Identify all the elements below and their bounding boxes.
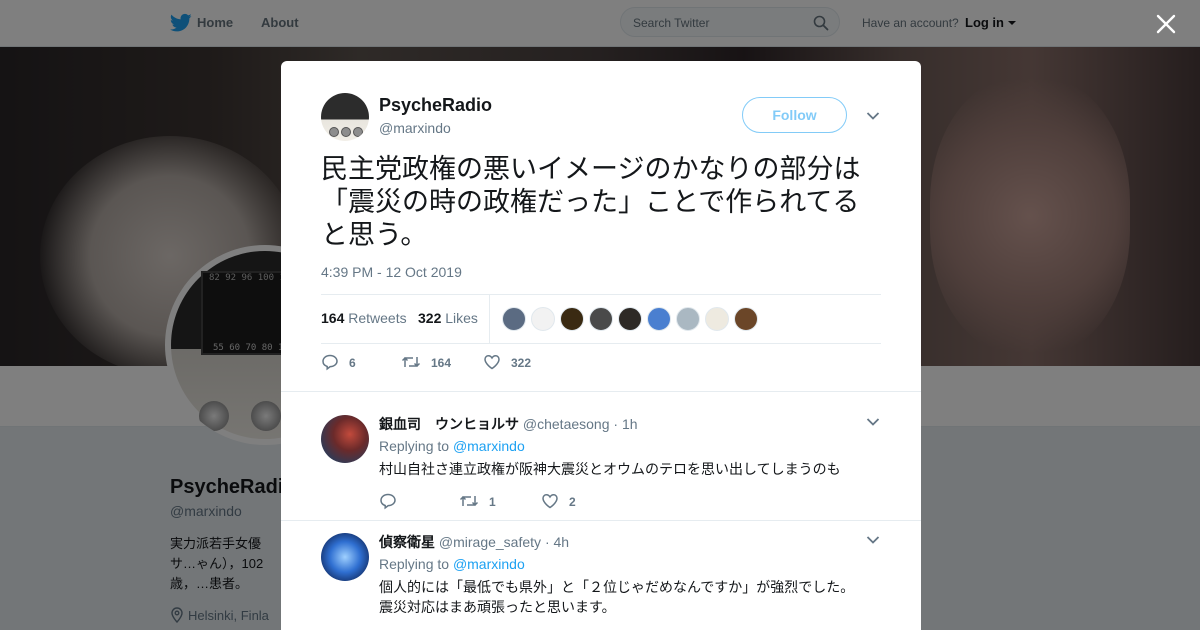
reply-count: 6 [349, 356, 356, 370]
close-icon[interactable] [1155, 13, 1177, 35]
reply-dot-separator: · [544, 534, 550, 550]
reply-header: 偵察衛星 @mirage_safety · 4h [379, 532, 569, 552]
reply-time[interactable]: 4h [554, 534, 570, 550]
liker-avatar[interactable] [502, 307, 526, 331]
radio-knob [329, 127, 339, 137]
liker-avatar[interactable] [676, 307, 700, 331]
replying-to: Replying to @marxindo [379, 438, 525, 454]
reply-author-handle[interactable]: @mirage_safety [439, 534, 541, 550]
replying-to-link[interactable]: @marxindo [453, 556, 525, 572]
tweet-text: 民主党政権の悪いイメージのかなりの部分は「震災の時の政権だった」ことで作られてる… [321, 154, 861, 251]
follow-button[interactable]: Follow [742, 97, 847, 133]
reply-icon [380, 493, 396, 510]
liker-avatar[interactable] [531, 307, 555, 331]
liker-avatar[interactable] [618, 307, 642, 331]
radio-knob [353, 127, 363, 137]
reply-time[interactable]: 1h [622, 416, 638, 432]
reply-avatar[interactable] [321, 533, 369, 581]
author-handle[interactable]: @marxindo [379, 120, 451, 136]
likes-count: 322 [418, 310, 442, 326]
author-avatar[interactable] [321, 93, 369, 141]
like-count: 322 [511, 356, 532, 370]
like-action[interactable]: 2 [541, 492, 576, 510]
retweets-label: Retweets [348, 310, 407, 326]
reply-action[interactable]: 6 [321, 353, 356, 371]
reply-actions: 1 2 [379, 492, 679, 510]
likes-stat[interactable]: 322 Likes [418, 310, 478, 326]
section-divider [281, 520, 921, 521]
section-divider [281, 391, 921, 392]
reply-header: 銀血司 ウンヒョルサ @chetaesong · 1h [379, 414, 638, 434]
reply-text: 村山自社さ連立政権が阪神大震災とオウムのテロを思い出してしまうのも [379, 462, 841, 478]
retweet-count: 1 [489, 495, 496, 509]
replying-to: Replying to @marxindo [379, 556, 525, 572]
retweets-count: 164 [321, 310, 345, 326]
replying-to-link[interactable]: @marxindo [453, 438, 525, 454]
chevron-down-icon[interactable] [866, 111, 880, 121]
liker-avatar[interactable] [589, 307, 613, 331]
heart-icon [542, 494, 558, 509]
radio-knob [341, 127, 351, 137]
reply-author-handle[interactable]: @chetaesong [523, 416, 610, 432]
tweet-timestamp[interactable]: 4:39 PM - 12 Oct 2019 [321, 264, 462, 280]
retweet-icon [401, 356, 421, 368]
replying-to-label: Replying to [379, 556, 450, 572]
tweet-modal: PsycheRadio @marxindo Follow 民主党政権の悪いイメー… [281, 61, 921, 630]
reply-avatar[interactable] [321, 415, 369, 463]
stats-divider [489, 295, 490, 343]
chevron-down-icon[interactable] [866, 417, 880, 427]
author-name[interactable]: PsycheRadio [379, 95, 492, 116]
liker-avatar[interactable] [705, 307, 729, 331]
like-count: 2 [569, 495, 576, 509]
heart-icon [484, 355, 500, 370]
retweet-count: 164 [431, 356, 452, 370]
replying-to-label: Replying to [379, 438, 450, 454]
reply-icon [322, 354, 338, 371]
retweets-stat[interactable]: 164 Retweets [321, 310, 407, 326]
liker-avatar[interactable] [734, 307, 758, 331]
likes-label: Likes [445, 310, 478, 326]
reply-author-name[interactable]: 銀血司 ウンヒョルサ [379, 416, 519, 432]
like-action[interactable]: 322 [483, 353, 531, 371]
liker-avatar[interactable] [560, 307, 584, 331]
reply-author-name[interactable]: 偵察衛星 [379, 534, 435, 550]
retweet-action[interactable]: 1 [459, 492, 496, 510]
retweet-icon [459, 495, 479, 507]
liker-avatar[interactable] [647, 307, 671, 331]
chevron-down-icon[interactable] [866, 535, 880, 545]
reply-action[interactable] [379, 492, 407, 510]
reply-dot-separator: · [613, 416, 619, 432]
reply-text: 個人的には「最低でも県外」と「２位じゃだめなんですか」が強烈でした。 震災対応は… [379, 580, 855, 616]
tweet-stats: 164 Retweets 322 Likes [321, 294, 881, 344]
retweet-action[interactable]: 164 [401, 353, 451, 371]
